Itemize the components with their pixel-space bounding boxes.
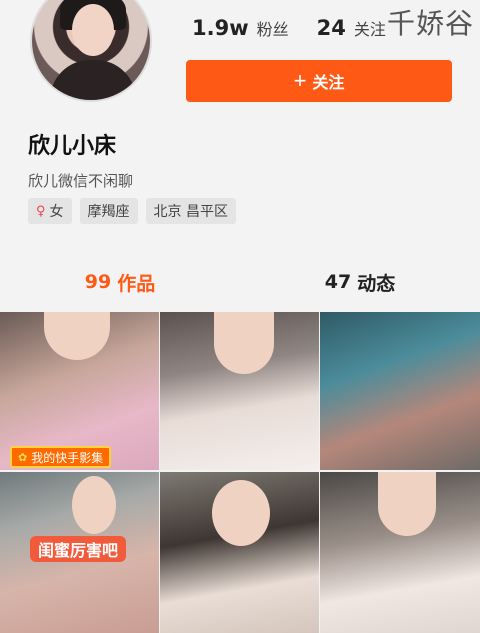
profile-tabs: 99 作品 47 动态 <box>0 262 480 302</box>
works-grid: ✿ 我的快手影集 闺蜜厉害吧 <box>0 312 480 633</box>
work-thumbnail[interactable] <box>160 472 319 633</box>
thumbnail-image <box>378 472 436 536</box>
following-stat[interactable]: 24 关注 <box>317 16 386 40</box>
work-thumbnail[interactable]: 闺蜜厉害吧 <box>0 472 159 633</box>
profile-bio: 欣儿微信不闲聊 <box>28 172 134 190</box>
location-tag: 北京 昌平区 <box>145 198 236 224</box>
works-count: 99 <box>84 271 112 293</box>
follow-button[interactable]: + 关注 <box>186 60 452 102</box>
moments-count: 47 <box>324 271 352 293</box>
moments-label: 动态 <box>357 272 396 295</box>
profile-stats: 1.9w 粉丝 24 关注 <box>192 16 386 40</box>
thumbnail-image <box>214 312 274 374</box>
female-icon: ♀ <box>36 203 46 219</box>
fans-label: 粉丝 <box>256 20 289 39</box>
zodiac-tag: 摩羯座 <box>79 198 138 224</box>
zodiac-label: 摩羯座 <box>87 204 130 220</box>
collection-badge-label: 我的快手影集 <box>31 450 104 465</box>
work-thumbnail[interactable] <box>320 312 480 470</box>
work-thumbnail[interactable]: ✿ 我的快手影集 <box>0 312 159 470</box>
gender-label: 女 <box>49 204 64 220</box>
works-label: 作品 <box>117 272 156 295</box>
watermark: 千娇谷 <box>386 7 474 40</box>
gender-tag: ♀ 女 <box>28 198 72 224</box>
avatar[interactable] <box>30 0 152 102</box>
follow-label: 关注 <box>312 75 345 92</box>
location-label: 北京 昌平区 <box>153 204 228 220</box>
profile-page: 1.9w 粉丝 24 关注 千娇谷 + 关注 欣儿小床 欣儿微信不闲聊 ♀ 女 … <box>0 0 480 633</box>
work-thumbnail[interactable] <box>160 312 319 470</box>
collection-badge: ✿ 我的快手影集 <box>10 446 112 468</box>
fans-count: 1.9w <box>192 16 249 40</box>
following-count: 24 <box>316 16 346 40</box>
plus-icon: + <box>293 68 307 93</box>
avatar-body <box>50 60 136 100</box>
thumbnail-image <box>72 476 116 534</box>
profile-name: 欣儿小床 <box>28 134 117 159</box>
kuaishou-logo-icon: ✿ <box>18 450 28 464</box>
video-caption: 闺蜜厉害吧 <box>30 536 127 562</box>
tab-works[interactable]: 99 作品 <box>0 262 240 302</box>
work-thumbnail[interactable] <box>320 472 480 633</box>
tab-moments[interactable]: 47 动态 <box>240 262 480 302</box>
fans-stat[interactable]: 1.9w 粉丝 <box>192 16 289 40</box>
thumbnail-image <box>212 480 270 546</box>
following-label: 关注 <box>353 20 386 39</box>
profile-tags: ♀ 女 摩羯座 北京 昌平区 <box>28 198 236 224</box>
thumbnail-image <box>44 312 110 360</box>
avatar-face <box>72 4 114 56</box>
